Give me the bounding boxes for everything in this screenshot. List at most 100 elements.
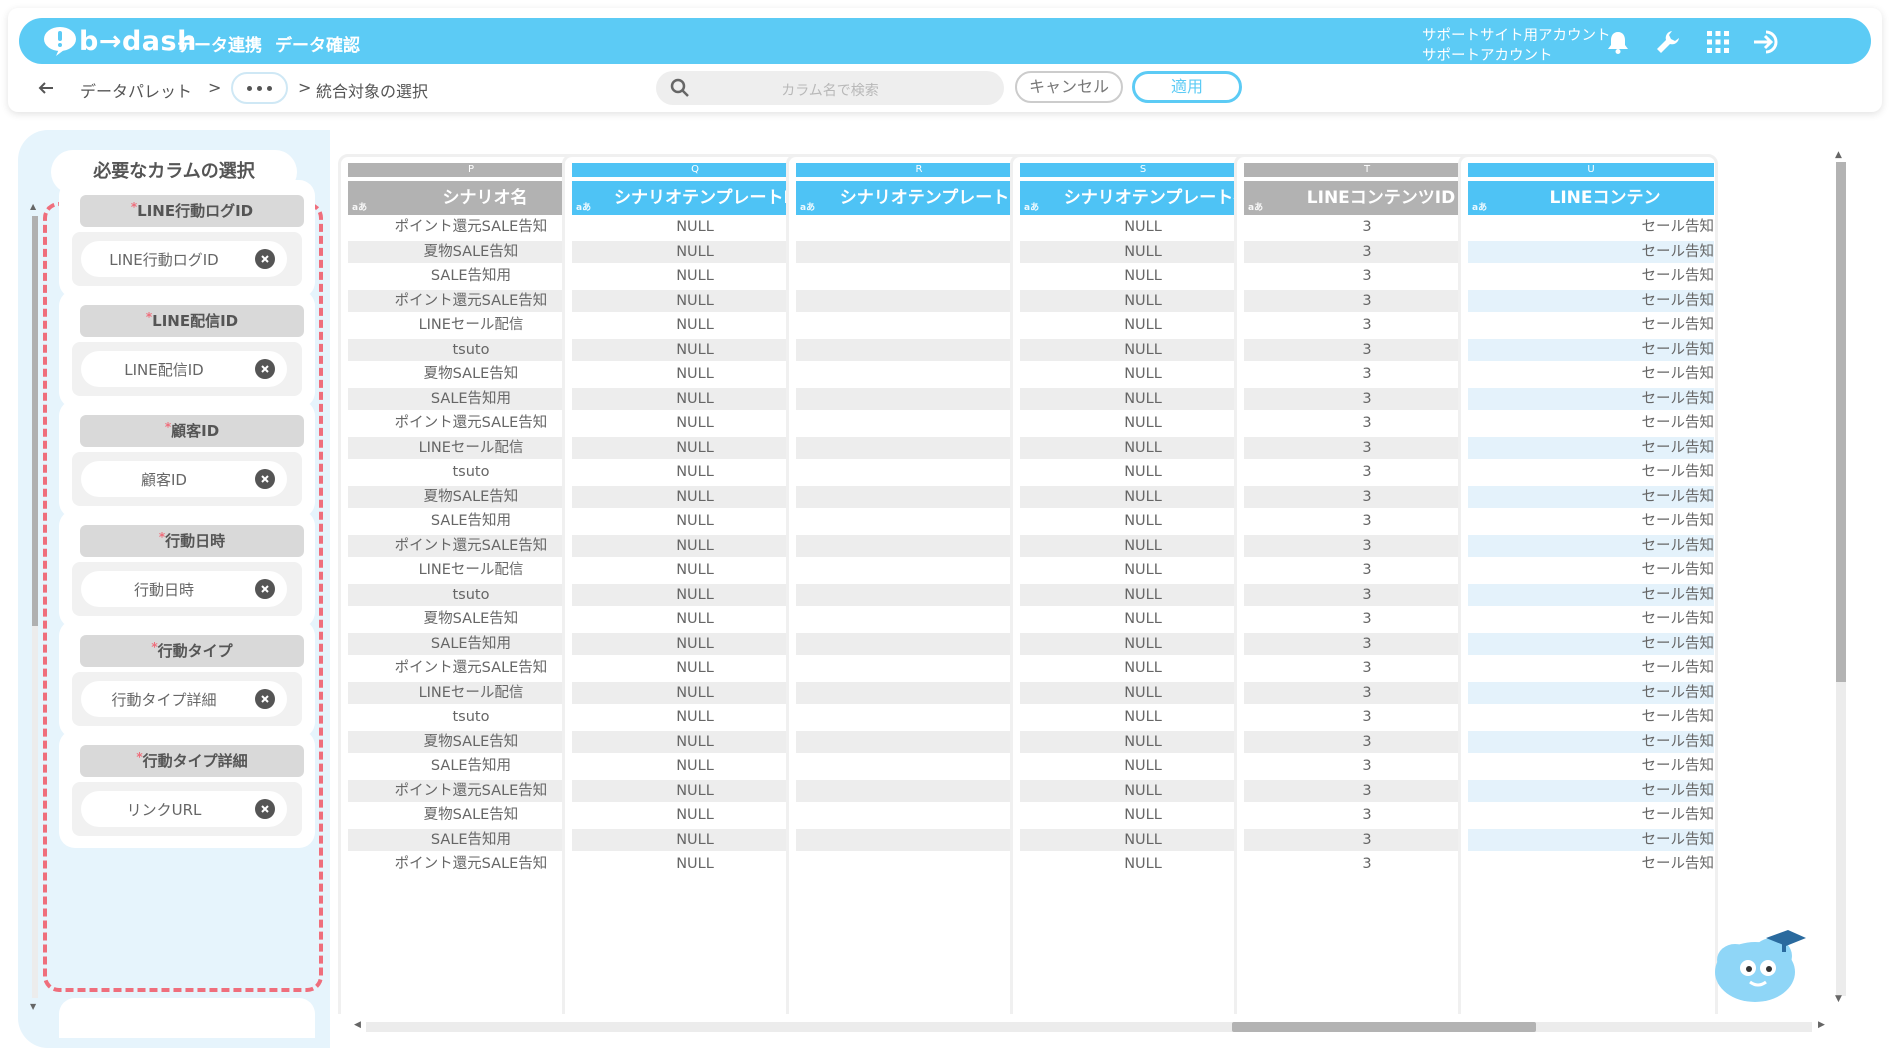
table-cell [796,387,1042,410]
data-column[interactable]: Saあ シナリオテンプレート名 NULL NULL NULL NULL NULL NULL NU… [1010,154,1270,1014]
table-horizontal-scrollbar[interactable]: ◀ ▶ [352,1018,1830,1034]
table-cell: セール告知 [1468,289,1714,312]
table-cell: 3 [1362,856,1372,872]
table-cell: セール告知 [1468,828,1714,851]
data-column[interactable]: Uaあ LINEコンテン セール告知 セール告知 セール告知 セール告知 セール告知 セール告… [1458,154,1718,1014]
breadcrumb-data-palette[interactable]: データパレット [80,78,192,102]
remove-mapping-icon[interactable] [255,579,275,599]
nav-data-check[interactable]: データ確認 [275,31,360,56]
table-cell: 3 [1244,730,1490,753]
mapped-column-dropzone[interactable]: 行動日時 [72,562,302,616]
table-cell: 3 [1362,268,1372,284]
column-header[interactable]: aあ シナリオテンプレートID [572,181,818,215]
table-cell: NULL [572,436,818,459]
mapped-column-dropzone[interactable]: 顧客ID [72,452,302,506]
table-cell: NULL [1124,268,1162,284]
table-cell: セール告知 [1468,534,1714,557]
bdash-logo[interactable]: b→dash [43,24,197,58]
mapping-card: *LINE行動ログID LINE行動ログID [59,180,315,298]
table-cell: 3 [1244,289,1490,312]
apply-button[interactable]: 適用 [1132,71,1242,103]
column-header[interactable]: aあ シナリオテンプレート名 [1020,181,1266,215]
table-cell: NULL [676,268,714,284]
mapped-column-chip[interactable]: 顧客ID [81,461,287,497]
cancel-button[interactable]: キャンセル [1015,71,1123,103]
table-cell: NULL [676,219,714,235]
mapped-column-chip[interactable]: 行動日時 [81,571,287,607]
text-type-icon: aあ [576,203,592,213]
table-cell: 3 [1244,534,1490,557]
nav-data-integration[interactable]: データ連携 [177,31,262,56]
table-vertical-scrollbar[interactable]: ▲ ▼ [1834,150,1848,1006]
column-header[interactable]: aあ LINEコンテン [1468,181,1714,215]
column-header-name: シナリオテンプレートID [614,188,804,208]
table-cell: NULL [1124,856,1162,872]
table-cell: セール告知 [1468,583,1714,606]
mapped-column-chip[interactable]: LINE配信ID [81,351,287,387]
wrench-icon[interactable] [1653,27,1683,57]
table-cell: セール告知 [1641,464,1715,480]
column-letter: T [1244,163,1490,177]
column-header[interactable]: aあ シナリオ名 [348,181,594,215]
table-cell: 3 [1244,436,1490,459]
table-cell: セール告知 [1641,758,1715,774]
table-cell: NULL [572,730,818,753]
table-cell: 夏物SALE告知 [423,807,519,823]
table-cell: tsuto [348,583,594,606]
table-cell: NULL [572,632,818,655]
logout-icon[interactable] [1752,27,1782,57]
table-cell: セール告知 [1641,807,1715,823]
app-grid-icon[interactable] [1703,27,1733,57]
mapping-card: *顧客ID 顧客ID [59,400,315,518]
table-cell: SALE告知用 [348,387,594,410]
table-cell: 3 [1362,660,1372,676]
table-cell: ポイント還元SALE告知 [348,779,594,802]
remove-mapping-icon[interactable] [255,359,275,379]
mapped-column-dropzone[interactable]: LINE行動ログID [72,232,302,286]
table-cell [796,534,1042,557]
table-cell: 3 [1244,338,1490,361]
remove-mapping-icon[interactable] [255,689,275,709]
column-header[interactable]: aあ LINEコンテンツID [1244,181,1490,215]
required-asterisk: * [164,420,172,434]
account-info[interactable]: サポートサイト用アカウント サポートアカウント [1422,26,1611,66]
mapped-column-chip[interactable]: リンクURL [81,791,287,827]
table-cell: セール告知 [1468,730,1714,753]
help-mascot-icon[interactable] [1710,920,1810,1010]
mapped-column-chip[interactable]: LINE行動ログID [81,241,287,277]
column-search-input[interactable]: カラム名で検索 [656,71,1004,105]
required-column-label: *行動日時 [80,525,304,557]
table-cell [796,804,1042,826]
remove-mapping-icon[interactable] [255,249,275,269]
table-cell: NULL [676,660,714,676]
data-column[interactable]: Taあ LINEコンテンツID 3 3 3 3 3 3 3 3 3 3 3 3 3 3 3 3 3 3 3 3 3 3 3 3 3 3… [1234,154,1494,1014]
data-column[interactable]: Raあ シナリオテンプレート… [786,154,1046,1014]
column-header[interactable]: aあ シナリオテンプレート… [796,181,1042,215]
mapped-column-chip[interactable]: 行動タイプ詳細 [81,681,287,717]
required-column-name: LINE配信ID [152,312,239,330]
table-cell: NULL [1020,828,1266,851]
back-arrow-icon[interactable] [34,76,58,100]
remove-mapping-icon[interactable] [255,469,275,489]
data-column[interactable]: Qaあ シナリオテンプレートID NULL NULL NULL NULL NULL NULL N… [562,154,822,1014]
data-column[interactable]: Paあ シナリオ名 ポイント還元SALE告知 夏物SALE告知 SALE告知用 ポイント還… [338,154,598,1014]
table-cell: LINEセール配信 [348,681,594,704]
table-cell: 3 [1362,219,1372,235]
table-cell: SALE告知用 [348,828,594,851]
table-cell: 3 [1362,464,1372,480]
table-cell [796,583,1042,606]
remove-mapping-icon[interactable] [255,799,275,819]
table-cell: NULL [1124,562,1162,578]
breadcrumb-more-button[interactable] [231,72,288,104]
bell-icon[interactable] [1603,27,1633,57]
mapped-column-dropzone[interactable]: リンクURL [72,782,302,836]
mapped-column-dropzone[interactable]: LINE配信ID [72,342,302,396]
mapped-column-dropzone[interactable]: 行動タイプ詳細 [72,672,302,726]
column-letter: R [796,163,1042,177]
mapping-card: *行動タイプ詳細 リンクURL [59,730,315,848]
column-header-name: シナリオ名 [442,188,528,208]
table-cell: 3 [1244,779,1490,802]
table-cell [796,314,1042,336]
left-scrollbar[interactable]: ▲ ▼ [30,202,40,1012]
table-cell: NULL [1124,219,1162,235]
